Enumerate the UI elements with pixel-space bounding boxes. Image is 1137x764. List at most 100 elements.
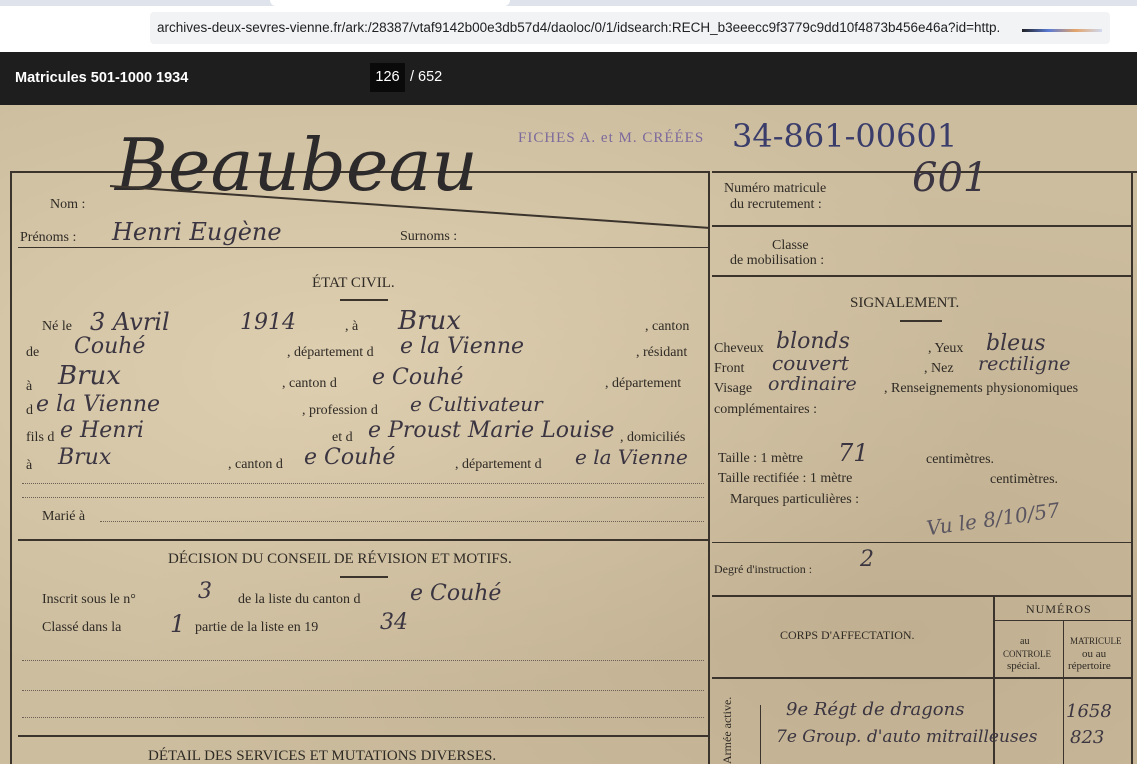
domicile: Brux — [58, 445, 112, 470]
label-departement: , département — [605, 376, 682, 391]
page-total: / 652 — [410, 69, 443, 85]
col-divider-armee — [760, 705, 761, 764]
label-canton: , canton — [645, 319, 690, 334]
label-nom: Nom : — [50, 197, 86, 212]
label-numero-matricule: Numéro matricule — [724, 181, 827, 196]
label-taille-rectifiee: Taille rectifiée : 1 mètre — [718, 471, 853, 486]
label-inscrit: Inscrit sous le n° — [42, 592, 136, 607]
label-controle: CONTROLE — [1003, 649, 1051, 659]
rule-right-3 — [712, 542, 1132, 543]
corps1-number: 1658 — [1066, 701, 1112, 722]
label-canton-de2: , canton d — [228, 457, 283, 472]
label-de-mobilisation: de mobilisation : — [730, 253, 825, 268]
label-et-de: et d — [332, 430, 353, 445]
visage-value: ordinaire — [768, 373, 857, 395]
frame-middle — [708, 171, 710, 764]
label-renseignements: , Renseignements physionomiques — [884, 381, 1079, 396]
front-value: couvert — [772, 351, 849, 375]
birth-canton: Couhé — [74, 334, 146, 359]
corps2-value: 7e Group. d'auto mitrailleuses — [776, 727, 1038, 747]
decision-underline — [340, 576, 388, 578]
label-classe: Classe — [772, 238, 809, 253]
label-d: d — [26, 403, 33, 418]
heading-detail: DÉTAIL DES SERVICES ET MUTATIONS DIVERSE… — [148, 748, 497, 764]
numeros-rule — [995, 620, 1132, 621]
father-name: e Henri — [60, 418, 144, 443]
residence: Brux — [58, 361, 121, 391]
label-repertoire: répertoire — [1068, 660, 1111, 672]
label-partie: partie de la liste en 19 — [195, 620, 319, 635]
heading-signalement: SIGNALEMENT. — [850, 295, 960, 311]
label-corps: CORPS D'AFFECTATION. — [780, 628, 915, 642]
label-ou-au: ou au — [1082, 648, 1107, 660]
domicile-canton: e Couhé — [304, 445, 396, 470]
domicile-departement: e la Vienne — [575, 445, 688, 469]
tab-strip — [0, 0, 1137, 6]
label-du-recrutement: du recrutement : — [730, 197, 822, 212]
stamp-text: FICHES A. et M. CRÉÉES — [518, 130, 705, 146]
label-front: Front — [714, 361, 745, 376]
heading-underline — [340, 299, 388, 301]
label-surnoms: Surnoms : — [400, 229, 458, 244]
label-a2: à — [26, 379, 33, 394]
label-a: , à — [345, 319, 359, 334]
label-profession: , profession d — [302, 403, 378, 418]
label-numeros: NUMÉROS — [1026, 602, 1092, 616]
address-bar-url[interactable]: archives-deux-sevres-vienne.fr/ark:/2838… — [157, 20, 1000, 35]
label-centimetres: centimètres. — [926, 452, 995, 467]
label-special: spécial. — [1007, 660, 1041, 672]
rule-right-4 — [712, 595, 1132, 597]
label-taille: Taille : 1 mètre — [718, 451, 803, 466]
active-tab[interactable] — [270, 0, 510, 6]
page-number-input[interactable] — [370, 63, 405, 92]
rule-right-2 — [712, 275, 1132, 277]
liste-canton: e Couhé — [410, 581, 502, 606]
label-de: de — [26, 345, 40, 360]
label-canton-de: , canton d — [282, 376, 337, 391]
residence-canton: e Couhé — [372, 365, 464, 390]
rule-decision-2 — [22, 690, 704, 691]
label-marques: Marques particulières : — [730, 492, 860, 507]
mother-name: e Proust Marie Louise — [368, 418, 615, 443]
rule-decision-1 — [22, 660, 704, 661]
corps1-value: 9e Régt de dragons — [786, 699, 965, 720]
rule-before-decision — [18, 539, 708, 541]
label-degre: Degré d'instruction : — [714, 562, 813, 576]
taille-value: 71 — [838, 439, 869, 467]
label-complementaires: complémentaires : — [714, 402, 818, 417]
label-domicilies: , domiciliés — [620, 430, 686, 445]
label-de-la-liste: de la liste du canton d — [238, 592, 361, 607]
label-cheveux: Cheveux — [714, 341, 764, 356]
vu-le-annotation: Vu le 8/10/57 — [924, 497, 1062, 541]
label-a3: à — [26, 458, 33, 473]
document-title: Matricules 501-1000 1934 — [15, 70, 189, 86]
label-yeux: , Yeux — [928, 341, 964, 356]
label-resident: , résidant — [636, 345, 688, 360]
label-visage: Visage — [714, 381, 753, 396]
label-ne-le: Né le — [42, 319, 72, 334]
browser-toolbar: archives-deux-sevres-vienne.fr/ark:/2838… — [0, 0, 1137, 52]
nez-value: rectiligne — [978, 353, 1071, 375]
rule-before-detail — [18, 735, 708, 737]
rule-blank-1 — [22, 483, 704, 484]
document-scan[interactable]: FICHES A. et M. CRÉÉES 34-861-00601 Beau… — [0, 105, 1137, 764]
label-marie-a: Marié à — [42, 509, 86, 524]
rule-blank-2 — [22, 497, 704, 498]
viewer-header: Matricules 501-1000 1934 / 652 — [0, 52, 1137, 105]
label-nez: , Nez — [924, 361, 954, 376]
rule-right-5 — [712, 677, 1132, 679]
label-classe-dans: Classé dans la — [42, 620, 122, 635]
label-fils-de: fils d — [26, 430, 55, 445]
label-armee-active: Armée active. — [720, 696, 734, 764]
inscrit-no: 3 — [198, 579, 212, 604]
label-prenoms: Prénoms : — [20, 230, 77, 245]
rule-right-1 — [712, 225, 1132, 227]
birth-year: 1914 — [240, 310, 296, 335]
birth-place: Brux — [398, 306, 461, 336]
profession: e Cultivateur — [410, 392, 543, 416]
rule-after-names — [18, 247, 708, 248]
degre-value: 2 — [860, 547, 874, 572]
url-fade — [1022, 29, 1102, 32]
label-au: au — [1020, 636, 1030, 647]
rule-decision-3 — [22, 717, 704, 718]
